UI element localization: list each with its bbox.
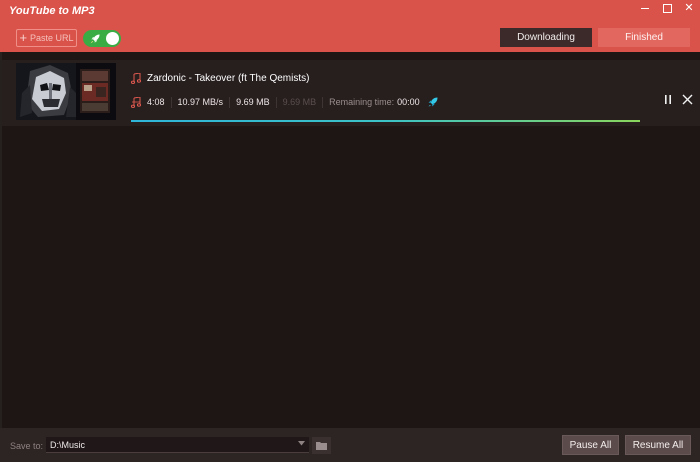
song-title: Zardonic - Takeover (ft The Qemists) — [147, 73, 310, 84]
download-speed: 10.97 MB/s — [172, 96, 231, 108]
song-title-row: Zardonic - Takeover (ft The Qemists) — [131, 73, 309, 84]
window-controls: ✕ — [640, 3, 694, 14]
footer-bar: Save to: D:\Music Pause All Resume All — [0, 428, 700, 462]
download-item: Zardonic - Takeover (ft The Qemists) 4:0… — [2, 60, 700, 126]
toggle-knob — [106, 32, 119, 45]
tab-finished[interactable]: Finished — [598, 28, 690, 47]
turbo-mode-toggle[interactable] — [83, 30, 121, 47]
download-meta: 4:08 10.97 MB/s 9.69 MB 9.69 MB Remainin… — [131, 96, 439, 108]
rocket-icon — [90, 34, 100, 44]
minimize-icon[interactable] — [640, 3, 650, 13]
resume-all-button[interactable]: Resume All — [625, 435, 691, 455]
music-note-icon — [131, 73, 141, 84]
downloaded-size: 9.69 MB — [230, 96, 277, 108]
folder-icon — [316, 442, 327, 450]
pause-icon[interactable] — [663, 94, 673, 105]
audio-file-icon — [131, 96, 141, 108]
pause-all-button[interactable]: Pause All — [562, 435, 619, 455]
save-path-select[interactable]: D:\Music — [46, 437, 309, 453]
total-size: 9.69 MB — [277, 96, 324, 108]
duration: 4:08 — [141, 96, 172, 108]
app-title: YouTube to MP3 — [9, 5, 95, 17]
tab-downloading[interactable]: Downloading — [500, 28, 592, 47]
album-art — [16, 63, 116, 120]
plus-icon: + — [19, 30, 28, 45]
close-window-icon[interactable]: ✕ — [684, 3, 694, 14]
save-path-value: D:\Music — [50, 439, 86, 450]
progress-bar — [131, 120, 640, 122]
rocket-icon — [428, 97, 438, 107]
save-to-label: Save to: — [10, 441, 44, 451]
maximize-icon[interactable] — [662, 3, 672, 13]
video-thumbnail — [16, 63, 116, 120]
download-list: Zardonic - Takeover (ft The Qemists) 4:0… — [0, 52, 700, 428]
close-icon[interactable] — [682, 94, 693, 105]
chevron-down-icon — [298, 441, 305, 446]
paste-url-label: Paste URL — [30, 33, 74, 43]
title-bar: YouTube to MP3 ✕ + Paste URL Downloading… — [0, 0, 700, 52]
remaining-time-value: 00:00 — [397, 97, 420, 107]
open-folder-button[interactable] — [312, 437, 331, 454]
paste-url-button[interactable]: + Paste URL — [16, 29, 77, 47]
remaining-time-label: Remaining time: — [329, 96, 395, 107]
